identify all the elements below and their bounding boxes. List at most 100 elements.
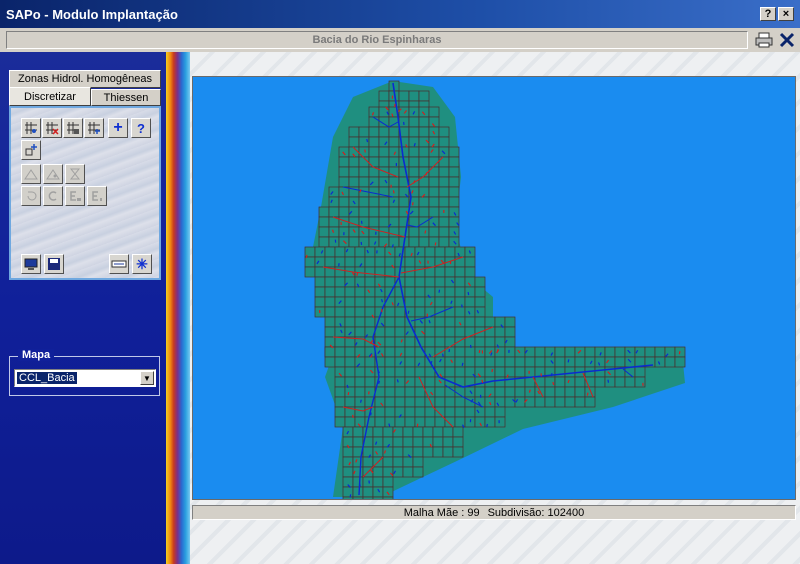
grid-cell <box>368 126 380 138</box>
grid-remove-icon[interactable] <box>42 118 62 138</box>
close-x-icon[interactable] <box>777 30 797 50</box>
grid-cell <box>324 296 336 308</box>
help-icon[interactable]: ? <box>131 118 151 138</box>
grid-cell <box>434 266 446 278</box>
grid-cell <box>394 386 406 398</box>
grid-cell <box>444 286 456 298</box>
grid-cell <box>378 146 390 158</box>
help-button[interactable]: ? <box>760 7 776 21</box>
chevron-down-icon[interactable]: ▼ <box>140 371 154 385</box>
grid-cell <box>408 156 420 168</box>
grid-cell <box>484 316 496 328</box>
grid-cell <box>368 146 380 158</box>
grid-cell <box>434 416 446 428</box>
grid-cell <box>328 206 340 218</box>
grid-cell <box>342 446 354 458</box>
add-point-icon[interactable] <box>21 140 41 160</box>
grid-cell <box>418 116 430 128</box>
grid-cell <box>364 416 376 428</box>
undo-icon <box>21 186 41 206</box>
grid-cell <box>424 376 436 388</box>
grid-cell <box>348 176 360 188</box>
mapa-select[interactable]: CCL_Bacia ▼ <box>14 369 156 387</box>
save-disk-icon[interactable] <box>44 254 64 274</box>
grid-cell <box>464 386 476 398</box>
grid-cell <box>338 146 350 158</box>
grid-cell <box>394 356 406 368</box>
grid-cell <box>412 436 424 448</box>
grid-cell <box>418 146 430 158</box>
flow-marker <box>369 412 372 416</box>
grid-cell <box>504 366 516 378</box>
grid-cell <box>318 206 330 218</box>
grid-select-icon[interactable] <box>63 118 83 138</box>
grid-cell <box>392 446 404 458</box>
monitor-export-icon[interactable] <box>21 254 41 274</box>
grid-cell <box>428 236 440 248</box>
tab-discretizar[interactable]: Discretizar <box>9 87 91 106</box>
status-bar: Malha Mãe : 99 Subdivisão: 102400 <box>192 505 796 520</box>
grid-cell <box>342 486 354 498</box>
text-field-icon[interactable] <box>109 254 129 274</box>
triangle-icon <box>21 164 41 184</box>
asterisk-icon[interactable]: ✳ <box>132 254 152 274</box>
grid-cell <box>354 346 366 358</box>
grid-cell <box>418 236 430 248</box>
grid-cell <box>414 246 426 258</box>
grid-cell <box>484 406 496 418</box>
flow-marker <box>359 399 362 403</box>
grid-cell <box>424 396 436 408</box>
grid-cell <box>408 146 420 158</box>
grid-cell <box>392 456 404 468</box>
grid-cell <box>414 366 426 378</box>
grid-cell <box>654 356 666 368</box>
grid-cell <box>364 296 376 308</box>
grid-cell <box>368 176 380 188</box>
grid-cell <box>574 376 586 388</box>
grid-cell <box>454 296 466 308</box>
grid-cell <box>368 206 380 218</box>
grid-cell <box>404 386 416 398</box>
grid-cell <box>424 296 436 308</box>
grid-cell <box>324 256 336 268</box>
grid-star-icon[interactable] <box>84 118 104 138</box>
grid-cell <box>594 376 606 388</box>
grid-cell <box>364 266 376 278</box>
grid-cell <box>444 316 456 328</box>
close-button[interactable]: × <box>778 7 794 21</box>
grid-cell <box>378 236 390 248</box>
grid-cell <box>324 306 336 318</box>
map-view[interactable] <box>192 76 796 500</box>
grid-cell <box>464 266 476 278</box>
grid-cell <box>428 176 440 188</box>
grid-cell <box>382 496 394 499</box>
grid-cell <box>474 416 486 428</box>
tab-zonas[interactable]: Zonas Hidrol. Homogêneas <box>9 70 161 88</box>
grid-cell <box>414 286 426 298</box>
grid-cell <box>394 306 406 318</box>
print-icon[interactable] <box>754 30 774 50</box>
flow-marker <box>442 353 444 357</box>
grid-cell <box>408 90 420 102</box>
tab-thiessen[interactable]: Thiessen <box>91 89 161 106</box>
flow-marker <box>586 392 589 396</box>
subdivisao-text: Subdivisão: 102400 <box>487 506 585 519</box>
grid-cell <box>334 366 346 378</box>
grid-cell <box>378 216 390 228</box>
grid-cell <box>338 226 350 238</box>
grid-cell <box>384 366 396 378</box>
plus-icon[interactable]: + <box>108 118 128 138</box>
basin-map[interactable] <box>193 77 796 500</box>
grid-add-icon[interactable] <box>21 118 41 138</box>
grid-cell <box>424 276 436 288</box>
grid-cell <box>444 266 456 278</box>
grid-cell <box>408 236 420 248</box>
grid-cell <box>454 266 466 278</box>
grid-cell <box>494 396 506 408</box>
grid-cell <box>344 256 356 268</box>
grid-cell <box>494 316 506 328</box>
grid-cell <box>494 356 506 368</box>
grid-cell <box>384 306 396 318</box>
grid-cell <box>464 336 476 348</box>
grid-cell <box>334 406 346 418</box>
